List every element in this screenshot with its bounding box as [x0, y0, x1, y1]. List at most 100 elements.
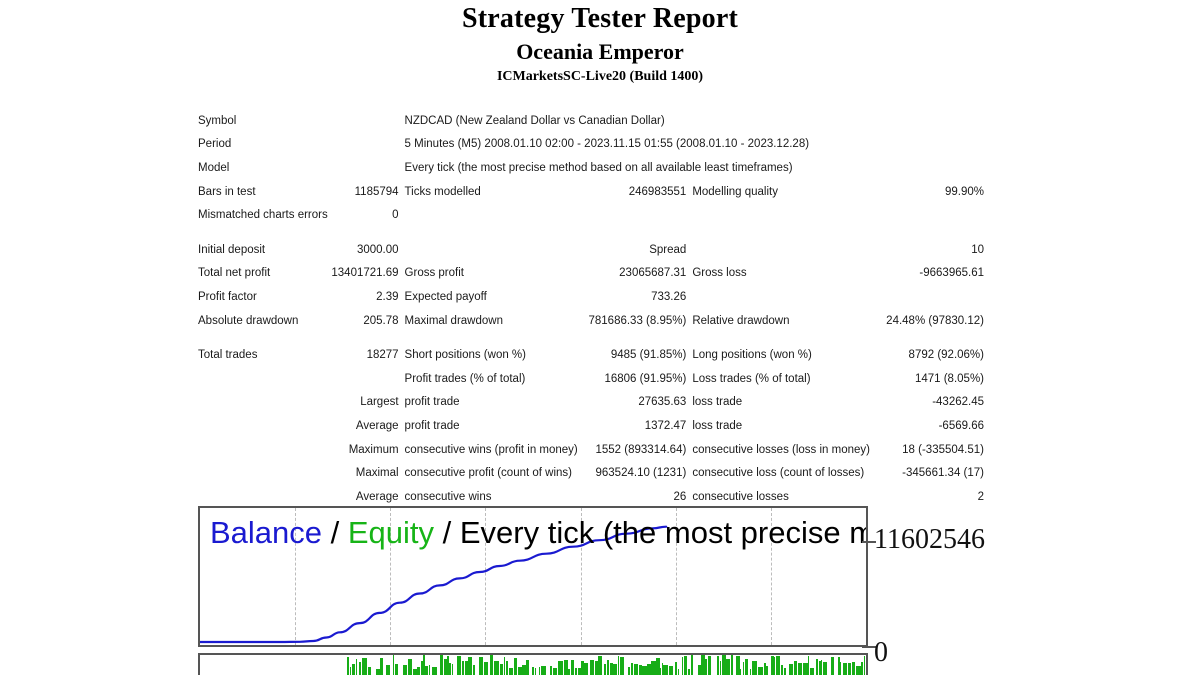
- legend-model-label: / Every tick (the most precise method: [442, 515, 866, 550]
- lot-bar: [726, 659, 730, 675]
- lot-bar: [380, 657, 384, 675]
- initial-deposit-value: 3000.00: [356, 243, 399, 256]
- period-spacer: [329, 133, 404, 157]
- average-loss-trade-value: -6569.66: [938, 419, 984, 432]
- lot-bar: [771, 656, 774, 675]
- symbol-label: Symbol: [198, 114, 237, 127]
- report-header: Strategy Tester Report Oceania Emperor I…: [0, 0, 1200, 86]
- maximum-qualifier: Maximum: [348, 443, 399, 456]
- balance-equity-chart: Balance / Equity / Every tick (the most …: [198, 506, 868, 647]
- average-loss-trade-label: loss trade: [692, 419, 743, 432]
- table-row: Period 5 Minutes (M5) 2008.01.10 02:00 -…: [198, 133, 984, 157]
- lot-bar: [417, 667, 421, 675]
- table-row: Bars in test 1185794 Ticks modelled 2469…: [198, 180, 984, 204]
- lot-bar: [478, 657, 484, 675]
- section-spacer: [198, 332, 984, 343]
- average2-qualifier: Average: [355, 490, 399, 503]
- maximal-drawdown-label: Maximal drawdown: [404, 314, 503, 327]
- absolute-drawdown-value: 205.78: [363, 314, 399, 327]
- bars-in-test-label: Bars in test: [198, 185, 256, 198]
- lot-bar: [821, 659, 823, 675]
- lot-bar: [783, 668, 787, 675]
- lot-bar: [505, 660, 509, 675]
- lot-bar: [489, 655, 493, 675]
- total-net-profit-value: 13401721.69: [331, 267, 399, 280]
- table-row: Maximal consecutive profit (count of win…: [198, 461, 984, 485]
- modelling-quality-value: 99.90%: [944, 185, 984, 198]
- lot-bar: [861, 661, 863, 675]
- lot-bar: [668, 665, 673, 675]
- total-trades-value: 18277: [366, 349, 399, 362]
- lot-bar: [634, 664, 639, 675]
- chart-legend: Balance / Equity / Every tick (the most …: [210, 514, 866, 552]
- avg-consecutive-wins-value: 26: [673, 490, 687, 503]
- lot-bar: [663, 665, 668, 675]
- spread-label: Spread: [649, 243, 687, 256]
- relative-drawdown-value: 24.48% (97830.12): [886, 314, 984, 327]
- lot-bar: [526, 659, 530, 675]
- lot-bar: [690, 655, 693, 675]
- lot-bar: [842, 662, 847, 675]
- lot-bar: [780, 665, 783, 675]
- lot-bar: [683, 656, 687, 675]
- legend-balance-label: Balance: [210, 515, 323, 550]
- max-consecutive-losses-label: consecutive losses (loss in money): [692, 443, 870, 456]
- bars-in-test-value: 1185794: [354, 185, 399, 198]
- table-row: Average consecutive wins 26 consecutive …: [198, 485, 984, 509]
- lot-bar: [815, 659, 819, 675]
- lot-bar: [375, 668, 380, 675]
- table-row: Model Every tick (the most precise metho…: [198, 156, 984, 180]
- legend-separator-1: /: [322, 515, 348, 550]
- avg-consecutive-losses-label: consecutive losses: [692, 490, 789, 503]
- lot-bar: [788, 664, 793, 675]
- lot-bar: [413, 668, 417, 675]
- lot-bar: [432, 666, 437, 675]
- largest-loss-trade-value: -43262.45: [932, 396, 984, 409]
- period-label: Period: [198, 138, 232, 151]
- lot-bar: [428, 665, 430, 675]
- loss-trades-value: 1471 (8.05%): [914, 372, 984, 385]
- lot-bar: [619, 657, 624, 675]
- lot-bar: [840, 661, 842, 675]
- mismatched-errors-label: Mismatched charts errors: [198, 209, 328, 222]
- expected-payoff-label: Expected payoff: [404, 290, 487, 303]
- absolute-drawdown-label: Absolute drawdown: [198, 314, 299, 327]
- lot-bar: [574, 668, 578, 675]
- gross-loss-value: -9663965.61: [919, 267, 984, 280]
- lot-bar: [457, 655, 462, 675]
- lot-bar: [509, 668, 513, 675]
- ea-name: Oceania Emperor: [516, 39, 684, 64]
- lot-bar: [809, 668, 814, 675]
- average-qualifier: Average: [355, 419, 399, 432]
- lot-bar: [385, 665, 391, 675]
- short-positions-label: Short positions (won %): [404, 349, 526, 362]
- lots-bars: [200, 655, 866, 675]
- ticks-modelled-label: Ticks modelled: [404, 185, 481, 198]
- initial-deposit-label: Initial deposit: [198, 243, 266, 256]
- lot-bar: [744, 659, 749, 675]
- lot-bar: [499, 663, 504, 675]
- lot-bar: [367, 667, 372, 675]
- lot-bar: [687, 668, 690, 675]
- lot-bar: [757, 666, 763, 675]
- lot-bar: [660, 667, 661, 675]
- lot-bar: [531, 667, 534, 675]
- table-row: Absolute drawdown 205.78 Maximal drawdow…: [198, 309, 984, 333]
- lot-bar: [393, 655, 394, 675]
- max-consecutive-losses-value: 18 (-335504.51): [902, 443, 984, 456]
- lot-bar: [707, 655, 712, 675]
- model-value: Every tick (the most precise method base…: [404, 161, 793, 174]
- lot-bar: [631, 663, 633, 675]
- lot-bar: [448, 662, 452, 675]
- lot-bar: [847, 662, 852, 675]
- section-spacer: [198, 227, 984, 238]
- lot-bar: [589, 659, 594, 675]
- symbol-spacer: [329, 109, 404, 133]
- lot-bar: [651, 660, 656, 675]
- model-spacer: [329, 156, 404, 180]
- largest-profit-trade-label: profit trade: [404, 396, 460, 409]
- avg-consecutive-wins-label: consecutive wins: [404, 490, 492, 503]
- gross-loss-label: Gross loss: [692, 267, 747, 280]
- table-row: Total trades 18277 Short positions (won …: [198, 343, 984, 367]
- lot-bar: [540, 666, 546, 675]
